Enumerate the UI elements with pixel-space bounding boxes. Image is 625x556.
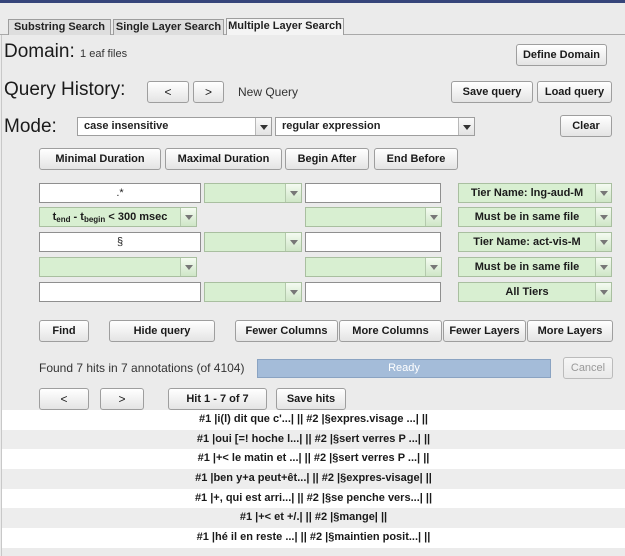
chevron-down-icon <box>285 184 301 202</box>
tab-substring-search[interactable]: Substring Search <box>8 19 111 36</box>
chevron-down-icon <box>285 283 301 301</box>
more-columns-button[interactable]: More Columns <box>339 320 442 342</box>
begin-after-button[interactable]: Begin After <box>285 148 369 170</box>
pattern-mode-select[interactable]: regular expression <box>275 117 475 136</box>
layer2-tier-combo[interactable]: Tier Name: act-vis-M <box>458 232 612 252</box>
chevron-down-icon <box>595 283 611 301</box>
fewer-columns-button[interactable]: Fewer Columns <box>235 320 338 342</box>
clear-button[interactable]: Clear <box>560 115 612 137</box>
chevron-down-icon <box>255 118 271 135</box>
layer2-pattern-field[interactable]: § <box>39 232 201 252</box>
temporal-constraint-value: tend - tbegin < 300 msec <box>52 211 168 224</box>
layer1-pattern-field-2[interactable] <box>305 183 441 203</box>
mode-label: Mode: <box>4 116 57 137</box>
result-row[interactable]: #1 |oui [=! hoche l...| || #2 |§sert ver… <box>2 429 625 450</box>
multiple-layer-search-panel: Domain: 1 eaf files Define Domain Query … <box>1 35 625 556</box>
history-next-button[interactable]: > <box>193 81 224 103</box>
pattern-mode-value: regular expression <box>282 120 381 132</box>
result-row[interactable]: #1 |hé il en reste ...| || #2 |§maintien… <box>2 528 625 548</box>
layer3-pattern-field-2[interactable] <box>305 282 441 302</box>
fewer-layers-button[interactable]: Fewer Layers <box>443 320 526 342</box>
layer1-tier-value: Tier Name: lng-aud-M <box>470 187 584 199</box>
results-next-button[interactable]: > <box>100 388 144 410</box>
layer2-tier-value: Tier Name: act-vis-M <box>473 236 581 248</box>
progress-label: Ready <box>388 362 420 374</box>
chevron-down-icon <box>180 208 196 226</box>
maximal-duration-button[interactable]: Maximal Duration <box>165 148 282 170</box>
save-hits-button[interactable]: Save hits <box>276 388 346 410</box>
layer3-constraint-combo[interactable] <box>305 257 442 277</box>
results-list: #1 |i(l) dit que c'...| || #2 |§expres.v… <box>2 410 625 548</box>
case-mode-value: case insensitive <box>84 120 169 132</box>
chevron-down-icon <box>180 258 196 276</box>
layer3-constraint-combo-2[interactable] <box>204 282 302 302</box>
chevron-down-icon <box>425 208 441 226</box>
temporal-constraint-combo-2[interactable] <box>39 257 197 277</box>
tab-multiple-layer-search[interactable]: Multiple Layer Search <box>226 18 344 36</box>
layer3-tier-combo[interactable]: All Tiers <box>458 282 612 302</box>
layer2-constraint-combo[interactable] <box>305 207 442 227</box>
file-constraint-combo-1[interactable]: Must be in same file <box>458 207 612 227</box>
result-row[interactable]: #1 |ben y+a peut+êt...| || #2 |§expres-v… <box>2 469 625 489</box>
result-row[interactable]: #1 |+< le matin et ...| || #2 |§sert ver… <box>2 449 625 470</box>
layer1-pattern-field[interactable]: .* <box>39 183 201 203</box>
layer1-tier-combo[interactable]: Tier Name: lng-aud-M <box>458 183 612 203</box>
layer3-tier-value: All Tiers <box>505 286 549 298</box>
chevron-down-icon <box>595 184 611 202</box>
more-layers-button[interactable]: More Layers <box>527 320 613 342</box>
tab-single-layer-search[interactable]: Single Layer Search <box>113 19 224 36</box>
result-row[interactable]: #1 |+, qui est arri...| || #2 |§se pench… <box>2 488 625 509</box>
chevron-down-icon <box>595 233 611 251</box>
chevron-down-icon <box>595 258 611 276</box>
domain-label: Domain: 1 eaf files <box>4 41 128 62</box>
window-top-strip <box>0 0 625 3</box>
chevron-down-icon <box>285 233 301 251</box>
chevron-down-icon <box>458 118 474 135</box>
query-history-label: Query History: <box>4 79 126 100</box>
results-prev-button[interactable]: < <box>39 388 89 410</box>
define-domain-button[interactable]: Define Domain <box>516 44 607 66</box>
hits-summary: Found 7 hits in 7 annotations (of 4104) <box>39 361 245 375</box>
temporal-constraint-combo[interactable]: tend - tbegin < 300 msec <box>39 207 197 227</box>
layer2-pattern-field-2[interactable] <box>305 232 441 252</box>
result-row[interactable]: #1 |+< et +/.| || #2 |§mange| || <box>2 508 625 529</box>
hit-range-button[interactable]: Hit 1 - 7 of 7 <box>168 388 267 410</box>
chevron-down-icon <box>595 208 611 226</box>
layer2-constraint-combo-2[interactable] <box>204 232 302 252</box>
current-query-label: New Query <box>238 85 299 99</box>
layer1-constraint-combo[interactable] <box>204 183 302 203</box>
domain-value: 1 eaf files <box>80 48 128 60</box>
minimal-duration-button[interactable]: Minimal Duration <box>39 148 161 170</box>
hide-query-button[interactable]: Hide query <box>109 320 215 342</box>
layer3-pattern-field[interactable] <box>39 282 201 302</box>
tab-bar: Substring Search Single Layer Search Mul… <box>0 10 625 36</box>
save-query-button[interactable]: Save query <box>451 81 533 103</box>
cancel-button[interactable]: Cancel <box>563 357 613 379</box>
end-before-button[interactable]: End Before <box>374 148 458 170</box>
load-query-button[interactable]: Load query <box>537 81 612 103</box>
file-constraint-value-1: Must be in same file <box>474 211 580 223</box>
file-constraint-value-2: Must be in same file <box>474 261 580 273</box>
file-constraint-combo-2[interactable]: Must be in same file <box>458 257 612 277</box>
history-prev-button[interactable]: < <box>147 81 189 103</box>
case-mode-select[interactable]: case insensitive <box>77 117 272 136</box>
progress-bar: Ready <box>257 359 551 378</box>
result-row[interactable]: #1 |i(l) dit que c'...| || #2 |§expres.v… <box>2 410 625 430</box>
find-button[interactable]: Find <box>39 320 89 342</box>
chevron-down-icon <box>425 258 441 276</box>
